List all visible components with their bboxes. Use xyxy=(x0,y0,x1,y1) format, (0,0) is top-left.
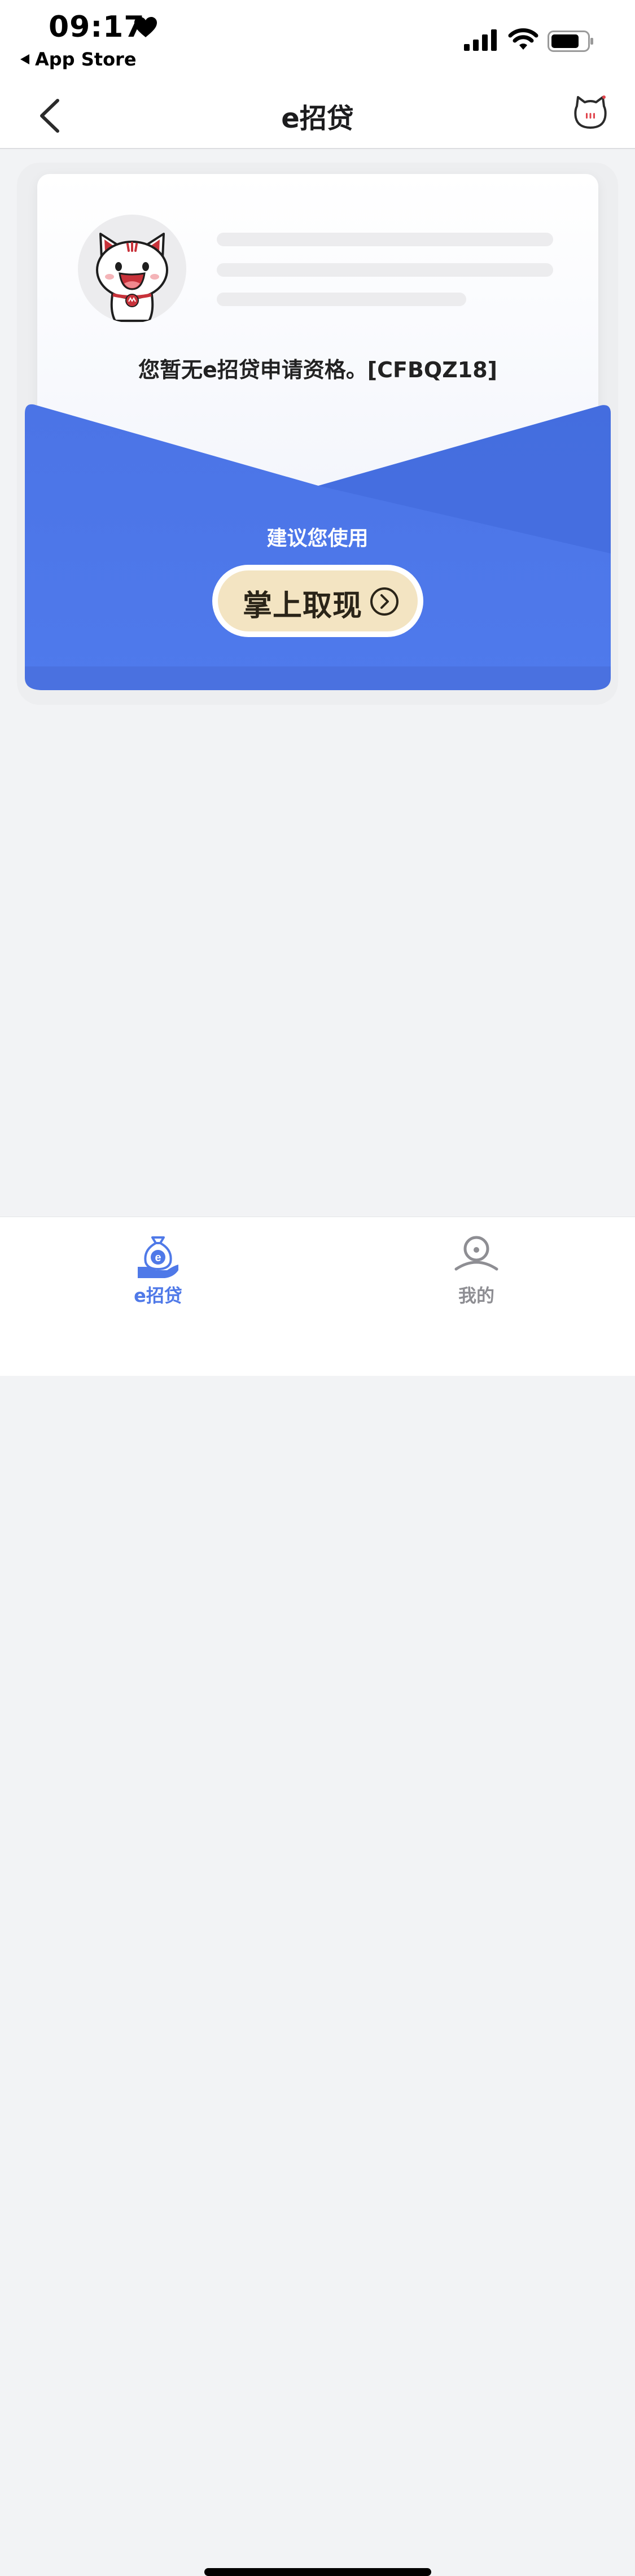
placeholder-line xyxy=(217,293,466,306)
back-to-app-store[interactable]: App Store xyxy=(20,49,137,70)
suggestion-text: 建议您使用 xyxy=(266,527,369,550)
page-title: e招贷 xyxy=(281,103,354,134)
tab-mine[interactable]: 我的 xyxy=(392,1217,561,1306)
tab-bar: e e招贷 我的 xyxy=(0,1217,635,2576)
status-bar: 09:17 App Store xyxy=(0,0,635,85)
back-app-label: App Store xyxy=(35,49,137,70)
cellular-signal-icon xyxy=(464,29,497,51)
cat-service-icon[interactable] xyxy=(572,94,608,131)
tab-label: 我的 xyxy=(458,1285,494,1306)
home-indicator xyxy=(204,2568,431,2576)
tab-e-loan[interactable]: e e招贷 xyxy=(73,1217,243,1306)
placeholder-line xyxy=(217,263,553,277)
tab-label: e招贷 xyxy=(134,1285,182,1306)
mascot-cat-icon xyxy=(96,233,168,322)
back-triangle-icon xyxy=(20,54,29,64)
svg-text:e: e xyxy=(155,1252,161,1264)
money-bag-hand-icon: e xyxy=(138,1236,178,1278)
cash-withdrawal-button-surface[interactable]: 掌上取现 xyxy=(218,570,418,631)
circle-arrow-right-icon xyxy=(370,587,398,616)
avatar xyxy=(78,215,186,323)
ineligible-notice: 您暂无e招贷申请资格。[CFBQZ18] xyxy=(138,358,498,382)
nav-bar: e招贷 xyxy=(0,85,635,149)
heart-icon xyxy=(134,17,157,37)
status-time: 09:17 xyxy=(49,10,145,44)
person-icon xyxy=(454,1236,498,1271)
wifi-icon xyxy=(508,28,538,50)
battery-icon xyxy=(548,30,593,52)
placeholder-line xyxy=(217,233,553,246)
cash-withdrawal-label: 掌上取现 xyxy=(243,589,363,623)
cash-withdrawal-button[interactable]: 掌上取现 xyxy=(212,565,423,637)
